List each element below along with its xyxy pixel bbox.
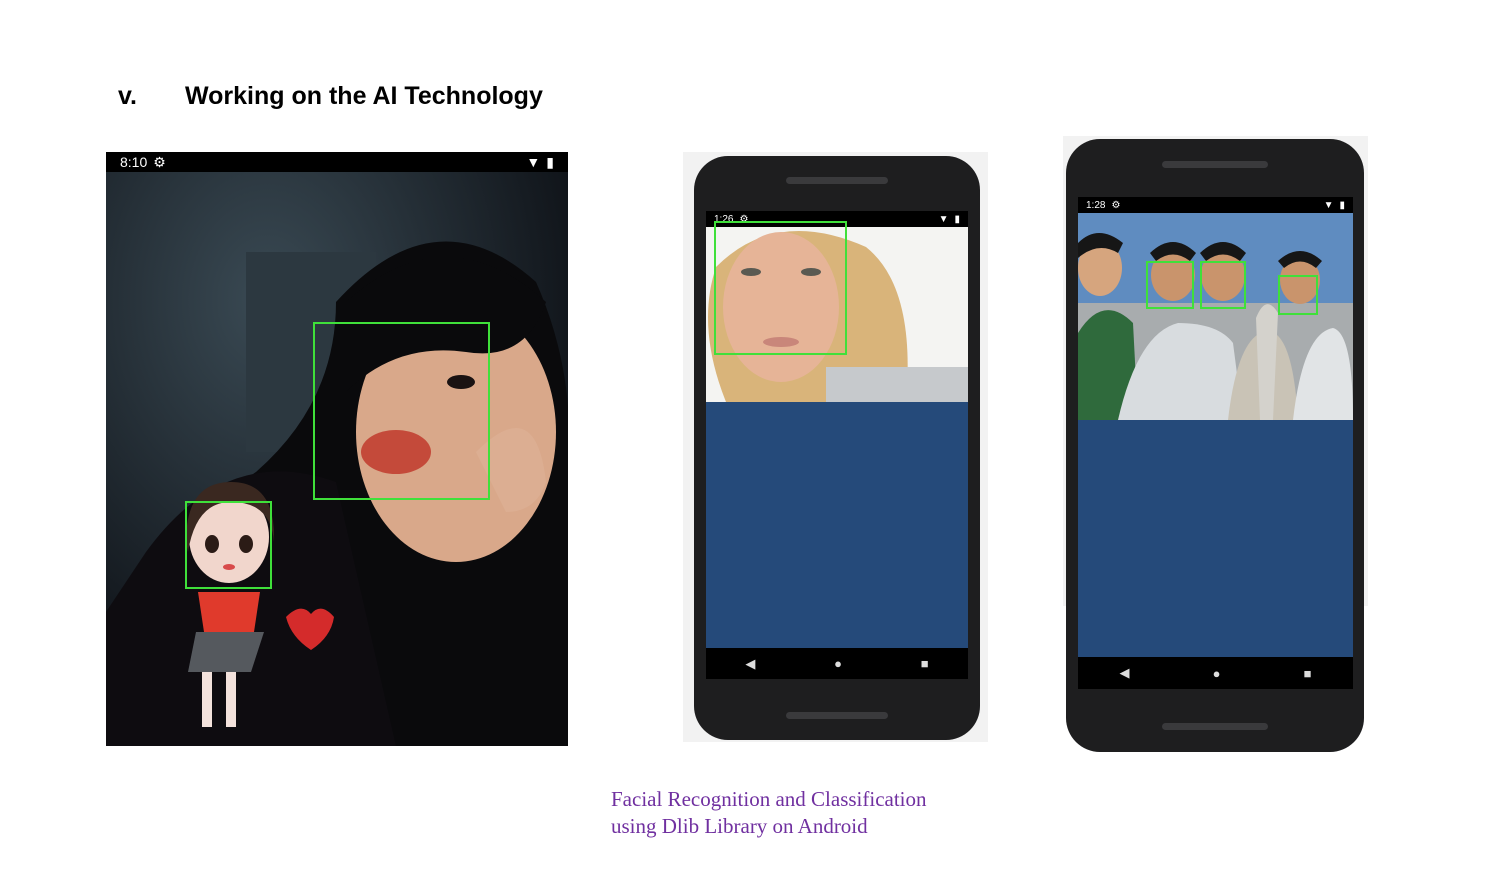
recents-icon[interactable]: ■ bbox=[1304, 666, 1312, 681]
face-detection-box bbox=[714, 221, 847, 355]
back-icon[interactable]: ◀ bbox=[745, 656, 755, 672]
back-icon[interactable]: ◀ bbox=[1120, 665, 1130, 681]
phone-mockup: 1:26 ⚙ ▼ ▮ ◀ ● ■ bbox=[694, 156, 980, 740]
wifi-icon: ▼ bbox=[938, 213, 949, 225]
selfie-screenshot: 8:10 ⚙ ▼ ▮ bbox=[106, 152, 568, 746]
bottom-speaker bbox=[1162, 723, 1268, 730]
gear-icon: ⚙ bbox=[153, 153, 166, 170]
navigation-bar: ◀ ● ■ bbox=[706, 648, 968, 679]
recents-icon[interactable]: ■ bbox=[921, 656, 929, 671]
wifi-icon: ▼ bbox=[526, 154, 541, 170]
home-icon[interactable]: ● bbox=[1213, 666, 1221, 681]
section-heading: v. Working on the AI Technology bbox=[118, 82, 543, 111]
phone-screen: 1:26 ⚙ ▼ ▮ ◀ ● ■ bbox=[706, 211, 968, 679]
face-detection-box bbox=[1200, 261, 1246, 309]
bottom-speaker bbox=[786, 712, 888, 719]
face-detection-box bbox=[1278, 275, 1318, 315]
status-bar: 8:10 ⚙ ▼ ▮ bbox=[106, 152, 568, 172]
battery-icon: ▮ bbox=[954, 213, 960, 225]
caption-line-2: using Dlib Library on Android bbox=[611, 814, 868, 838]
phone-screen: 1:28 ⚙ ▼ ▮ ◀ ● ■ bbox=[1078, 197, 1353, 689]
wifi-icon: ▼ bbox=[1323, 199, 1334, 211]
section-number: v. bbox=[118, 82, 137, 110]
app-content-area bbox=[706, 402, 968, 648]
face-detection-box bbox=[1146, 261, 1194, 309]
face-detection-box bbox=[185, 501, 272, 589]
app-content-area bbox=[1078, 420, 1353, 657]
group-photo bbox=[1078, 213, 1353, 420]
status-bar: 1:28 ⚙ ▼ ▮ bbox=[1078, 197, 1353, 213]
section-title: Working on the AI Technology bbox=[185, 82, 543, 110]
phone-mockup: 1:28 ⚙ ▼ ▮ ◀ ● ■ bbox=[1066, 139, 1364, 752]
clock: 8:10 bbox=[120, 154, 148, 170]
navigation-bar: ◀ ● ■ bbox=[1078, 657, 1353, 689]
caption-line-1: Facial Recognition and Classification bbox=[611, 787, 927, 811]
clock: 1:28 bbox=[1086, 199, 1106, 211]
gear-icon: ⚙ bbox=[1111, 199, 1121, 211]
battery-icon: ▮ bbox=[546, 153, 554, 170]
home-icon[interactable]: ● bbox=[834, 656, 842, 671]
earpiece bbox=[786, 177, 888, 184]
battery-icon: ▮ bbox=[1339, 199, 1345, 211]
earpiece bbox=[1162, 161, 1268, 168]
figure-caption: Facial Recognition and Classification us… bbox=[611, 786, 927, 840]
face-detection-box bbox=[313, 322, 490, 500]
